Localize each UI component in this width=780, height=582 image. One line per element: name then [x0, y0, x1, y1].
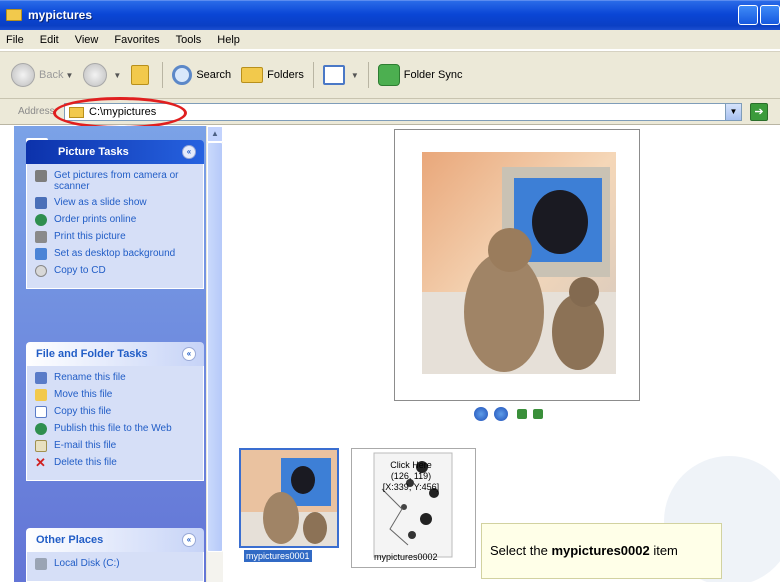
globe-icon: [35, 423, 47, 435]
address-dropdown-button[interactable]: ▼: [725, 104, 741, 120]
menu-bar: File Edit View Favorites Tools Help: [0, 30, 780, 50]
up-folder-icon: [131, 65, 150, 85]
other-places-body: Local Disk (C:): [26, 552, 204, 582]
views-icon: [322, 65, 345, 85]
back-arrow-icon: [11, 63, 35, 87]
instruction-tooltip: Select the mypictures0002 item: [481, 523, 722, 579]
task-copy-file[interactable]: Copy this file: [35, 406, 195, 418]
menu-file[interactable]: File: [0, 34, 34, 46]
filmstrip-view: mypictures0001 Click Here (126, 119) [X:…: [224, 126, 780, 582]
file-folder-tasks-header[interactable]: File and Folder Tasks «: [26, 342, 204, 366]
task-print-picture[interactable]: Print this picture: [35, 231, 195, 243]
collapse-icon[interactable]: «: [182, 533, 196, 547]
camera-icon: [35, 170, 47, 182]
views-button[interactable]: ▼: [318, 60, 364, 90]
menu-tools[interactable]: Tools: [170, 34, 212, 46]
file-folder-tasks-body: Rename this file Move this file Copy thi…: [26, 366, 204, 481]
forward-arrow-icon: [83, 63, 108, 87]
thumbnail-label-0001[interactable]: mypictures0001: [244, 550, 312, 562]
back-button[interactable]: Back ▼: [6, 60, 78, 90]
cats-thumbnail-image: [241, 450, 337, 546]
thumbnail-label-0002[interactable]: mypictures0002: [374, 552, 438, 562]
menu-help[interactable]: Help: [211, 34, 250, 46]
rotate-counterclockwise-icon[interactable]: [533, 409, 543, 419]
title-bar: mypictures: [0, 0, 780, 30]
address-bar: Address C:\mypictures ▼ ➔: [0, 99, 780, 125]
task-pane-scrollbar[interactable]: ▲: [206, 126, 223, 582]
thumbnail-mypictures0001[interactable]: [239, 448, 339, 548]
task-set-background[interactable]: Set as desktop background: [35, 248, 195, 260]
cats-photo-image: [422, 152, 616, 374]
task-slide-show[interactable]: View as a slide show: [35, 197, 195, 209]
up-folder-button[interactable]: [126, 60, 158, 90]
slideshow-icon: [35, 197, 47, 209]
go-button[interactable]: ➔: [750, 103, 768, 121]
rotate-clockwise-icon[interactable]: [517, 409, 527, 419]
menu-edit[interactable]: Edit: [34, 34, 69, 46]
chevron-down-icon: ▼: [350, 70, 359, 80]
maximize-button[interactable]: [760, 5, 780, 25]
task-get-pictures[interactable]: Get pictures from camera or scanner: [35, 170, 195, 192]
folder-icon: [6, 9, 22, 21]
address-path: C:\mypictures: [89, 106, 157, 118]
email-icon: [35, 440, 47, 452]
task-email-file[interactable]: E-mail this file: [35, 440, 195, 452]
task-rename-file[interactable]: Rename this file: [35, 372, 195, 384]
task-copy-to-cd[interactable]: Copy to CD: [35, 265, 195, 277]
picture-tasks-panel: Picture Tasks « Get pictures from camera…: [24, 136, 204, 289]
task-move-file[interactable]: Move this file: [35, 389, 195, 401]
rename-icon: [35, 372, 47, 384]
desktop-icon: [35, 248, 47, 260]
printer-icon: [35, 231, 47, 243]
other-places-header[interactable]: Other Places «: [26, 528, 204, 552]
chevron-down-icon: ▼: [65, 70, 74, 80]
minimize-button[interactable]: [738, 5, 758, 25]
task-pane: Picture Tasks « Get pictures from camera…: [14, 126, 206, 582]
picture-tasks-body: Get pictures from camera or scanner View…: [26, 164, 204, 289]
scroll-up-icon[interactable]: ▲: [207, 126, 223, 142]
task-order-prints[interactable]: Order prints online: [35, 214, 195, 226]
other-places-panel: Other Places « Local Disk (C:): [26, 528, 204, 582]
previous-image-button[interactable]: [474, 407, 488, 421]
preview-controls: [474, 407, 546, 421]
picture-preview: [394, 129, 640, 401]
toolbar: Back ▼ ▼ Search Folders ▼ Folder Sync: [0, 51, 780, 99]
window-title: mypictures: [28, 8, 93, 22]
folder-sync-button[interactable]: Folder Sync: [373, 60, 468, 90]
toolbar-separator: [162, 62, 164, 88]
folder-icon: [69, 107, 84, 118]
place-local-disk[interactable]: Local Disk (C:): [35, 558, 195, 570]
chevron-down-icon: ▼: [113, 70, 122, 80]
file-folder-tasks-panel: File and Folder Tasks « Rename this file…: [26, 342, 204, 481]
delete-icon: ✕: [35, 455, 46, 470]
toolbar-separator: [367, 62, 369, 88]
picture-tasks-header[interactable]: Picture Tasks «: [26, 140, 204, 164]
scroll-thumb[interactable]: [207, 142, 223, 552]
folders-icon: [241, 67, 264, 83]
sync-icon: [377, 64, 400, 86]
menu-favorites[interactable]: Favorites: [108, 34, 169, 46]
copy-icon: [35, 406, 47, 418]
forward-button[interactable]: ▼: [78, 60, 126, 90]
search-icon: [172, 65, 193, 85]
toolbar-separator: [312, 62, 314, 88]
drive-icon: [35, 558, 47, 570]
menu-view[interactable]: View: [69, 34, 109, 46]
collapse-icon[interactable]: «: [182, 347, 196, 361]
collapse-icon[interactable]: «: [182, 145, 196, 159]
cd-icon: [35, 265, 47, 277]
folders-button[interactable]: Folders: [236, 60, 309, 90]
move-icon: [35, 389, 47, 401]
next-image-button[interactable]: [494, 407, 508, 421]
search-button[interactable]: Search: [167, 60, 236, 90]
address-label: Address: [18, 106, 55, 117]
address-input[interactable]: C:\mypictures ▼: [64, 103, 742, 121]
task-publish-web[interactable]: Publish this file to the Web: [35, 423, 195, 435]
task-delete-file[interactable]: ✕ Delete this file: [35, 455, 195, 470]
click-target-annotation: Click Here (126, 119) [X:339, Y:456]: [382, 460, 440, 492]
globe-icon: [35, 214, 47, 226]
